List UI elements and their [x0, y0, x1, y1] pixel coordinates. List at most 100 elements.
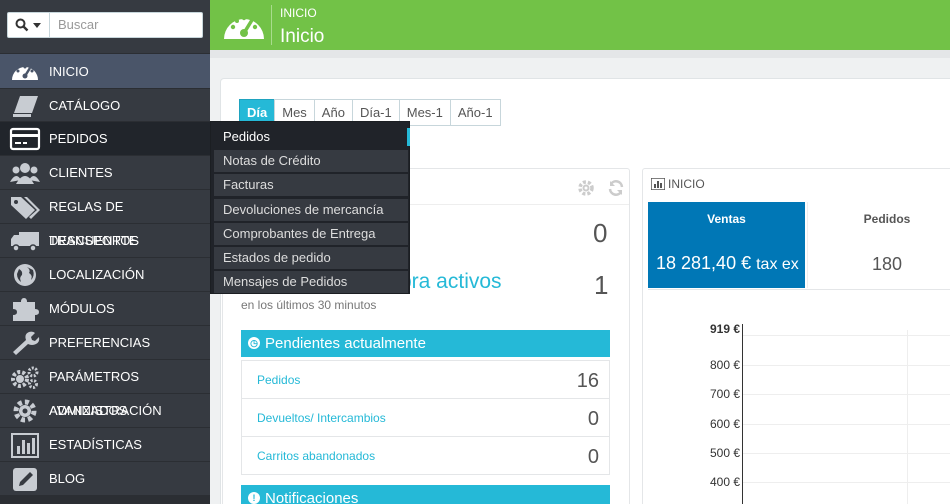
- nav-item-localizacion[interactable]: LOCALIZACIÓN: [0, 257, 210, 291]
- sidebar-footer: [0, 495, 210, 504]
- nav-item-parametros-avanzados[interactable]: PARÁMETROS AVANZADOS: [0, 359, 210, 418]
- nav-item-clientes[interactable]: CLIENTES: [0, 155, 210, 189]
- nav-item-administracion[interactable]: ADMINISTRACIÓN: [0, 393, 210, 427]
- kpi-sales-value-line: 18 281,40 € tax ex: [656, 253, 799, 274]
- cogs-icon: [11, 366, 39, 389]
- dashboard-icon: [12, 65, 38, 80]
- nav-item-transporte[interactable]: TRANSPORTE: [0, 223, 210, 257]
- search-box[interactable]: Buscar: [7, 12, 203, 38]
- clock-icon: ◷: [248, 337, 260, 349]
- active-carts-label[interactable]: pra activos: [400, 270, 502, 294]
- search-input[interactable]: Buscar: [58, 13, 98, 37]
- page-header: INICIO Inicio: [210, 0, 950, 50]
- notifications-section-header: ! Notificaciones: [241, 485, 610, 504]
- truck-icon: [11, 232, 39, 252]
- dashboard-panel-title: INICIO: [668, 177, 705, 191]
- bar-chart-small-icon: [651, 178, 665, 190]
- nav-item-pedidos[interactable]: PEDIDOS: [0, 121, 210, 155]
- y-tick-label: 400 €: [709, 475, 740, 489]
- nav-label: INICIO: [49, 64, 89, 79]
- pending-list: Pedidos 16 Devueltos/ Intercambios 0 Car…: [241, 360, 610, 475]
- nav-item-preferencias[interactable]: PREFERENCIAS: [0, 325, 210, 359]
- credit-card-icon: [9, 127, 41, 151]
- chart-gridline: [743, 335, 950, 336]
- submenu-item-pedidos[interactable]: Pedidos: [214, 126, 410, 148]
- kpi-orders-value: 180: [871, 254, 903, 274]
- kpi-orders-label: Pedidos: [863, 212, 911, 226]
- nav-label: PREFERENCIAS: [49, 335, 151, 350]
- nav-label: PEDIDOS: [49, 131, 108, 146]
- pending-value: 0: [587, 408, 599, 430]
- search-icon: [15, 18, 29, 32]
- wrench-icon: [13, 331, 40, 355]
- exclamation-icon: !: [248, 492, 260, 504]
- submenu-item-notas-credito[interactable]: Notas de Crédito: [214, 150, 408, 172]
- y-tick-label: 600 €: [709, 417, 740, 431]
- pending-value: 16: [576, 370, 599, 392]
- nav-label: ADMINISTRACIÓN: [49, 403, 162, 418]
- nav-label: CLIENTES: [49, 165, 113, 180]
- y-tick-label: 919 €: [709, 322, 740, 336]
- nav-item-estadisticas[interactable]: ESTADÍSTICAS: [0, 427, 210, 461]
- header-separator: [271, 5, 272, 45]
- chart-gridline: [743, 453, 950, 454]
- kpi-orders-tab[interactable]: Pedidos 180: [807, 202, 950, 288]
- period-prev-year-button[interactable]: Año-1: [449, 99, 501, 126]
- orders-submenu: Pedidos Notas de Crédito Facturas Devolu…: [210, 121, 410, 294]
- tags-icon: [11, 197, 40, 219]
- pending-label[interactable]: Devueltos/ Intercambios: [257, 399, 386, 437]
- pending-row-returns[interactable]: Devueltos/ Intercambios 0: [242, 399, 609, 437]
- notifications-section-title: Notificaciones: [265, 490, 359, 504]
- puzzle-icon: [13, 298, 39, 321]
- chart-y-axis: [742, 324, 743, 504]
- pending-label[interactable]: Pedidos: [257, 361, 300, 399]
- nav-label: ESTADÍSTICAS: [49, 437, 142, 452]
- nav-label: MÓDULOS: [49, 301, 115, 316]
- chart-gridline: [743, 424, 950, 425]
- kpi-sales-tab[interactable]: Ventas 18 281,40 € tax ex: [648, 202, 805, 288]
- search-type-dropdown[interactable]: [8, 13, 50, 37]
- nav-label: BLOG: [49, 471, 86, 486]
- bar-chart-icon: [11, 433, 39, 458]
- nav-item-inicio[interactable]: INICIO: [0, 53, 210, 88]
- active-carts-value: 1: [594, 270, 609, 300]
- gear-icon: [13, 399, 37, 423]
- chart-vertical-gridline: [907, 330, 908, 504]
- book-icon: [13, 96, 38, 117]
- globe-icon: [14, 264, 36, 286]
- submenu-item-facturas[interactable]: Facturas: [214, 174, 408, 196]
- kpi-sales-label: Ventas: [707, 212, 746, 226]
- pending-row-orders[interactable]: Pedidos 16: [242, 361, 609, 399]
- breadcrumb[interactable]: INICIO: [280, 6, 317, 20]
- settings-icon[interactable]: [577, 179, 595, 197]
- online-visitors-value: 0: [593, 218, 608, 248]
- nav-item-reglas-descuentos[interactable]: REGLAS DE DESCUENTOS: [0, 189, 210, 248]
- chart-gridline: [743, 482, 950, 483]
- submenu-item-devoluciones[interactable]: Devoluciones de mercancía: [214, 199, 408, 221]
- submenu-item-mensajes-pedidos[interactable]: Mensajes de Pedidos: [214, 271, 408, 293]
- pending-section-title: Pendientes actualmente: [265, 335, 426, 352]
- chart-gridline: [743, 365, 950, 366]
- kpi-divider: [648, 289, 950, 290]
- nav-item-catalogo[interactable]: CATÁLOGO: [0, 88, 210, 122]
- dashboard-logo-icon: [224, 15, 264, 39]
- users-icon: [10, 163, 40, 184]
- active-carts-sublabel: en los últimos 30 minutos: [241, 298, 377, 312]
- nav-label: LOCALIZACIÓN: [49, 267, 145, 282]
- submenu-item-comprobantes-entrega[interactable]: Comprobantes de Entrega: [214, 223, 408, 245]
- chart-gridline: [743, 394, 950, 395]
- nav-label: TRANSPORTE: [49, 233, 138, 248]
- kpi-sales-suffix: tax ex: [756, 256, 799, 273]
- nav-item-modulos[interactable]: MÓDULOS: [0, 291, 210, 325]
- y-tick-label: 700 €: [709, 387, 740, 401]
- y-tick-label: 800 €: [709, 358, 740, 372]
- submenu-item-estados-pedido[interactable]: Estados de pedido: [214, 247, 408, 269]
- nav-item-blog[interactable]: BLOG: [0, 461, 210, 495]
- pending-row-abandoned-carts[interactable]: Carritos abandonados 0: [242, 437, 609, 475]
- page-title: Inicio: [280, 26, 325, 47]
- refresh-icon[interactable]: [607, 179, 625, 197]
- pending-value: 0: [587, 446, 599, 468]
- pending-section-header: ◷ Pendientes actualmente: [241, 330, 610, 357]
- pending-label[interactable]: Carritos abandonados: [257, 437, 375, 475]
- caret-down-icon: [33, 23, 41, 28]
